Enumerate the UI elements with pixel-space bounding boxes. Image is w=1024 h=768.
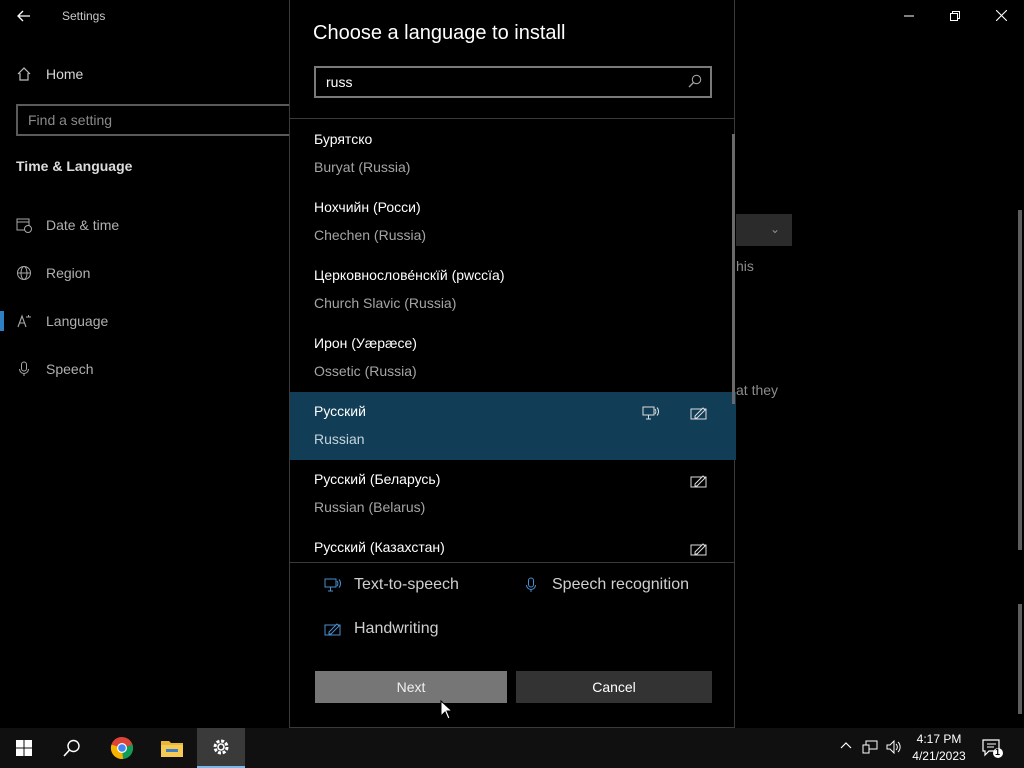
language-search-box[interactable] <box>314 66 712 98</box>
dropdown-fragment[interactable]: ⌄ <box>736 214 792 246</box>
mouse-cursor-icon <box>440 700 452 720</box>
network-icon[interactable] <box>862 740 878 754</box>
app-title: Settings <box>62 9 106 23</box>
search-icon[interactable] <box>688 74 702 88</box>
legend-label: Text-to-speech <box>354 576 459 593</box>
chrome-taskbar-button[interactable] <box>98 728 146 768</box>
minimize-icon <box>904 15 914 17</box>
language-native-name: Русский (Казахстан) <box>314 539 445 555</box>
action-center-button[interactable]: 1 <box>980 736 1004 760</box>
legend-speech-recognition: Speech recognition <box>522 576 689 594</box>
sidebar-item-speech[interactable]: Speech <box>16 358 93 380</box>
chrome-icon <box>110 736 134 760</box>
chevron-up-icon[interactable] <box>840 740 852 752</box>
background-text-fragment: at they <box>736 382 779 398</box>
language-native-name: Нохчийн (Росси) <box>314 199 421 215</box>
language-native-name: Русский (Беларусь) <box>314 471 441 487</box>
microphone-icon <box>526 577 536 592</box>
language-icon <box>17 314 31 328</box>
cancel-button[interactable]: Cancel <box>516 671 712 703</box>
legend-label: Speech recognition <box>552 576 689 593</box>
calendar-clock-icon <box>16 218 32 233</box>
taskbar-clock[interactable]: 4:17 PM 4/21/2023 <box>906 731 972 765</box>
taskbar: 4:17 PM 4/21/2023 1 <box>0 728 1024 768</box>
settings-taskbar-button[interactable] <box>197 728 245 768</box>
windows-logo-icon <box>16 740 32 756</box>
language-native-name: Бурятско <box>314 131 373 147</box>
nav-home[interactable]: Home <box>16 64 83 84</box>
find-setting-input[interactable]: Find a setting <box>16 104 306 136</box>
language-list-scrollbar[interactable] <box>732 134 735 404</box>
language-list: Бурятско Buryat (Russia) Нохчийн (Росси)… <box>290 120 736 562</box>
legend-text-to-speech: Text-to-speech <box>324 576 459 594</box>
handwriting-icon <box>690 543 707 556</box>
language-english-name: Ossetic (Russia) <box>314 363 417 379</box>
language-english-name: Buryat (Russia) <box>314 159 411 175</box>
sidebar-item-label: Region <box>46 265 91 281</box>
next-button[interactable]: Next <box>315 671 507 703</box>
legend-label: Handwriting <box>354 620 439 637</box>
handwriting-icon <box>324 623 341 636</box>
search-icon <box>63 739 80 757</box>
language-native-name: Церковнослове́нскїй (рwссїа) <box>314 267 505 283</box>
notification-count-badge: 1 <box>995 747 1001 757</box>
volume-icon[interactable] <box>886 740 902 754</box>
section-title: Time & Language <box>16 158 133 174</box>
minimize-button[interactable] <box>886 0 932 32</box>
language-search-input[interactable] <box>326 73 666 91</box>
handwriting-icon <box>690 475 707 488</box>
language-item[interactable]: Русский (Казахстан) <box>290 528 736 562</box>
language-english-name: Russian <box>314 431 365 447</box>
restore-button[interactable] <box>932 0 978 32</box>
divider <box>290 562 734 563</box>
language-english-name: Chechen (Russia) <box>314 227 427 243</box>
language-item[interactable]: Церковнослове́нскїй (рwссїа) Church Slav… <box>290 256 736 324</box>
sidebar-item-region[interactable]: Region <box>16 262 90 284</box>
language-item[interactable]: Русский (Беларусь) Russian (Belarus) <box>290 460 736 528</box>
language-native-name: Русский <box>314 403 366 419</box>
handwriting-icon <box>690 407 707 420</box>
language-english-name: Russian (Belarus) <box>314 499 426 515</box>
gear-icon <box>213 739 229 755</box>
choose-language-dialog: Choose a language to install Бурятско Bu… <box>289 0 736 728</box>
sidebar-item-language[interactable]: Language <box>0 310 109 332</box>
language-item-selected[interactable]: Русский Russian <box>290 392 736 460</box>
language-native-name: Ирон (Уæрæсе) <box>314 335 417 351</box>
sidebar-item-label: Speech <box>46 361 94 377</box>
find-setting-placeholder: Find a setting <box>28 112 113 128</box>
language-item[interactable]: Нохчийн (Росси) Chechen (Russia) <box>290 188 736 256</box>
divider <box>290 118 734 119</box>
close-button[interactable] <box>978 0 1024 32</box>
text-to-speech-icon <box>642 406 659 420</box>
back-button[interactable] <box>10 6 38 26</box>
settings-scrollbar[interactable] <box>1018 210 1022 550</box>
background-text-fragment: his <box>736 258 754 274</box>
language-item[interactable]: Ирон (Уæрæсе) Ossetic (Russia) <box>290 324 736 392</box>
nav-home-label: Home <box>46 66 84 82</box>
taskbar-search-button[interactable] <box>48 728 96 768</box>
home-icon <box>17 67 31 81</box>
legend-handwriting: Handwriting <box>324 620 438 638</box>
sidebar-item-label: Language <box>46 313 109 329</box>
settings-scrollbar-lower[interactable] <box>1018 604 1022 714</box>
close-icon <box>995 9 1007 22</box>
file-explorer-taskbar-button[interactable] <box>148 728 196 768</box>
text-to-speech-icon <box>324 578 341 592</box>
clock-date: 4/21/2023 <box>912 749 966 763</box>
globe-icon <box>17 266 31 280</box>
language-item[interactable]: Бурятско Buryat (Russia) <box>290 120 736 188</box>
start-button[interactable] <box>0 728 48 768</box>
sidebar-item-date-time[interactable]: Date & time <box>16 214 119 236</box>
sidebar-item-label: Date & time <box>46 217 120 233</box>
folder-icon <box>161 741 183 757</box>
back-arrow-icon <box>17 10 30 22</box>
microphone-icon <box>19 361 29 376</box>
language-english-name: Church Slavic (Russia) <box>314 295 457 311</box>
clock-time: 4:17 PM <box>916 732 962 746</box>
chevron-down-icon: ⌄ <box>769 222 780 236</box>
dialog-title: Choose a language to install <box>313 22 566 44</box>
restore-icon <box>950 11 960 21</box>
